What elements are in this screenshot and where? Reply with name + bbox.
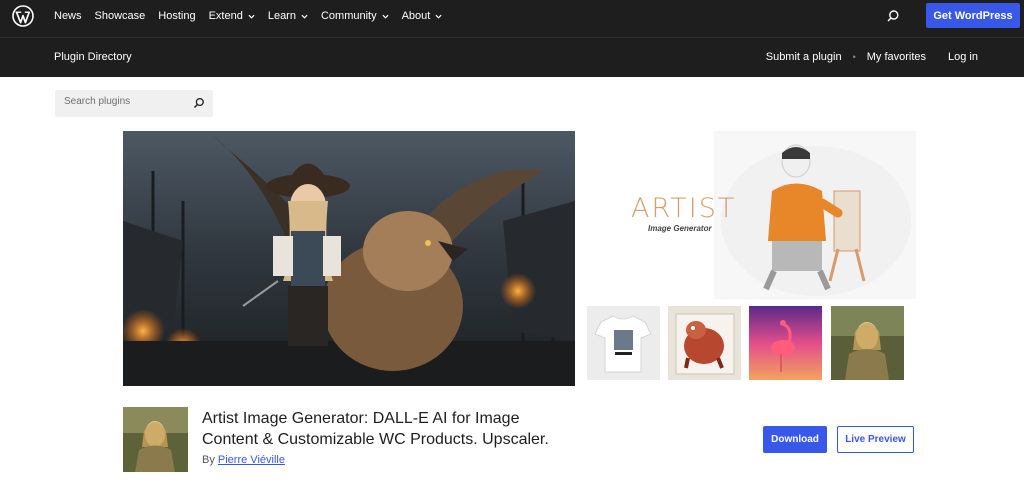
live-preview-button[interactable]: Live Preview xyxy=(837,426,914,453)
nav-item-label: Extend xyxy=(208,10,243,22)
plugin-title-line: Artist Image Generator: DALL-E AI for Im… xyxy=(202,410,520,427)
nav-item-label: Learn xyxy=(267,10,296,22)
nav-item-extend[interactable]: Extend xyxy=(209,10,255,22)
thumbnail-warrior[interactable] xyxy=(831,306,904,380)
nav-item-learn[interactable]: Learn xyxy=(268,10,308,22)
search-plugins-box xyxy=(55,90,213,117)
my-favorites-link[interactable]: My favorites xyxy=(867,51,926,63)
nav-item-news[interactable]: News xyxy=(54,10,82,22)
search-submit-icon[interactable] xyxy=(193,97,205,109)
submit-plugin-link[interactable]: Submit a plugin xyxy=(766,51,842,63)
artist-logo-text: ARTIST xyxy=(631,193,737,224)
chevron-down-icon xyxy=(248,14,255,19)
plugin-directory-bar: Plugin Directory Submit a plugin • My fa… xyxy=(0,37,1024,77)
thumbnail-monster[interactable] xyxy=(668,306,741,380)
chevron-down-icon xyxy=(301,14,308,19)
plugin-title: Artist Image Generator: DALL-E AI for Im… xyxy=(202,408,622,450)
screenshot-thumbnails xyxy=(587,306,905,380)
author-link[interactable]: Pierre Viéville xyxy=(218,454,285,466)
chevron-down-icon xyxy=(382,14,389,19)
nav-item-label: Community xyxy=(320,10,377,22)
author-prefix: By xyxy=(202,454,215,466)
global-header: News Showcase Hosting Extend Learn Commu… xyxy=(0,0,1024,32)
wordpress-logo-icon[interactable] xyxy=(12,5,34,27)
plugin-directory-link[interactable]: Plugin Directory xyxy=(54,51,132,63)
artist-logo-subtitle: Image Generator xyxy=(648,224,712,233)
nav-item-label: Showcase xyxy=(94,10,146,22)
get-wordpress-button[interactable]: Get WordPress xyxy=(926,3,1020,28)
nav-item-showcase[interactable]: Showcase xyxy=(95,10,146,22)
nav-item-hosting[interactable]: Hosting xyxy=(158,10,195,22)
thumbnail-tshirt[interactable] xyxy=(587,306,660,380)
thumbnail-flamingo[interactable] xyxy=(749,306,822,380)
separator-dot: • xyxy=(852,52,856,62)
plugin-title-line: Content & Customizable WC Products. Upsc… xyxy=(202,431,549,448)
download-button[interactable]: Download xyxy=(763,426,827,453)
nav-item-about[interactable]: About xyxy=(402,10,443,22)
nav-item-community[interactable]: Community xyxy=(321,10,389,22)
search-icon[interactable] xyxy=(886,9,900,23)
chevron-down-icon xyxy=(435,14,442,19)
main-nav: News Showcase Hosting Extend Learn Commu… xyxy=(54,0,455,32)
nav-item-label: About xyxy=(401,10,431,22)
search-plugins-input[interactable] xyxy=(64,96,184,107)
plugin-banner-image xyxy=(123,131,575,386)
plugin-author: By Pierre Viéville xyxy=(202,454,285,466)
log-in-link[interactable]: Log in xyxy=(948,51,978,63)
subbar-links: Submit a plugin • My favorites Log in xyxy=(766,51,978,63)
nav-item-label: News xyxy=(54,10,82,22)
nav-item-label: Hosting xyxy=(158,10,196,22)
plugin-icon xyxy=(123,407,188,472)
